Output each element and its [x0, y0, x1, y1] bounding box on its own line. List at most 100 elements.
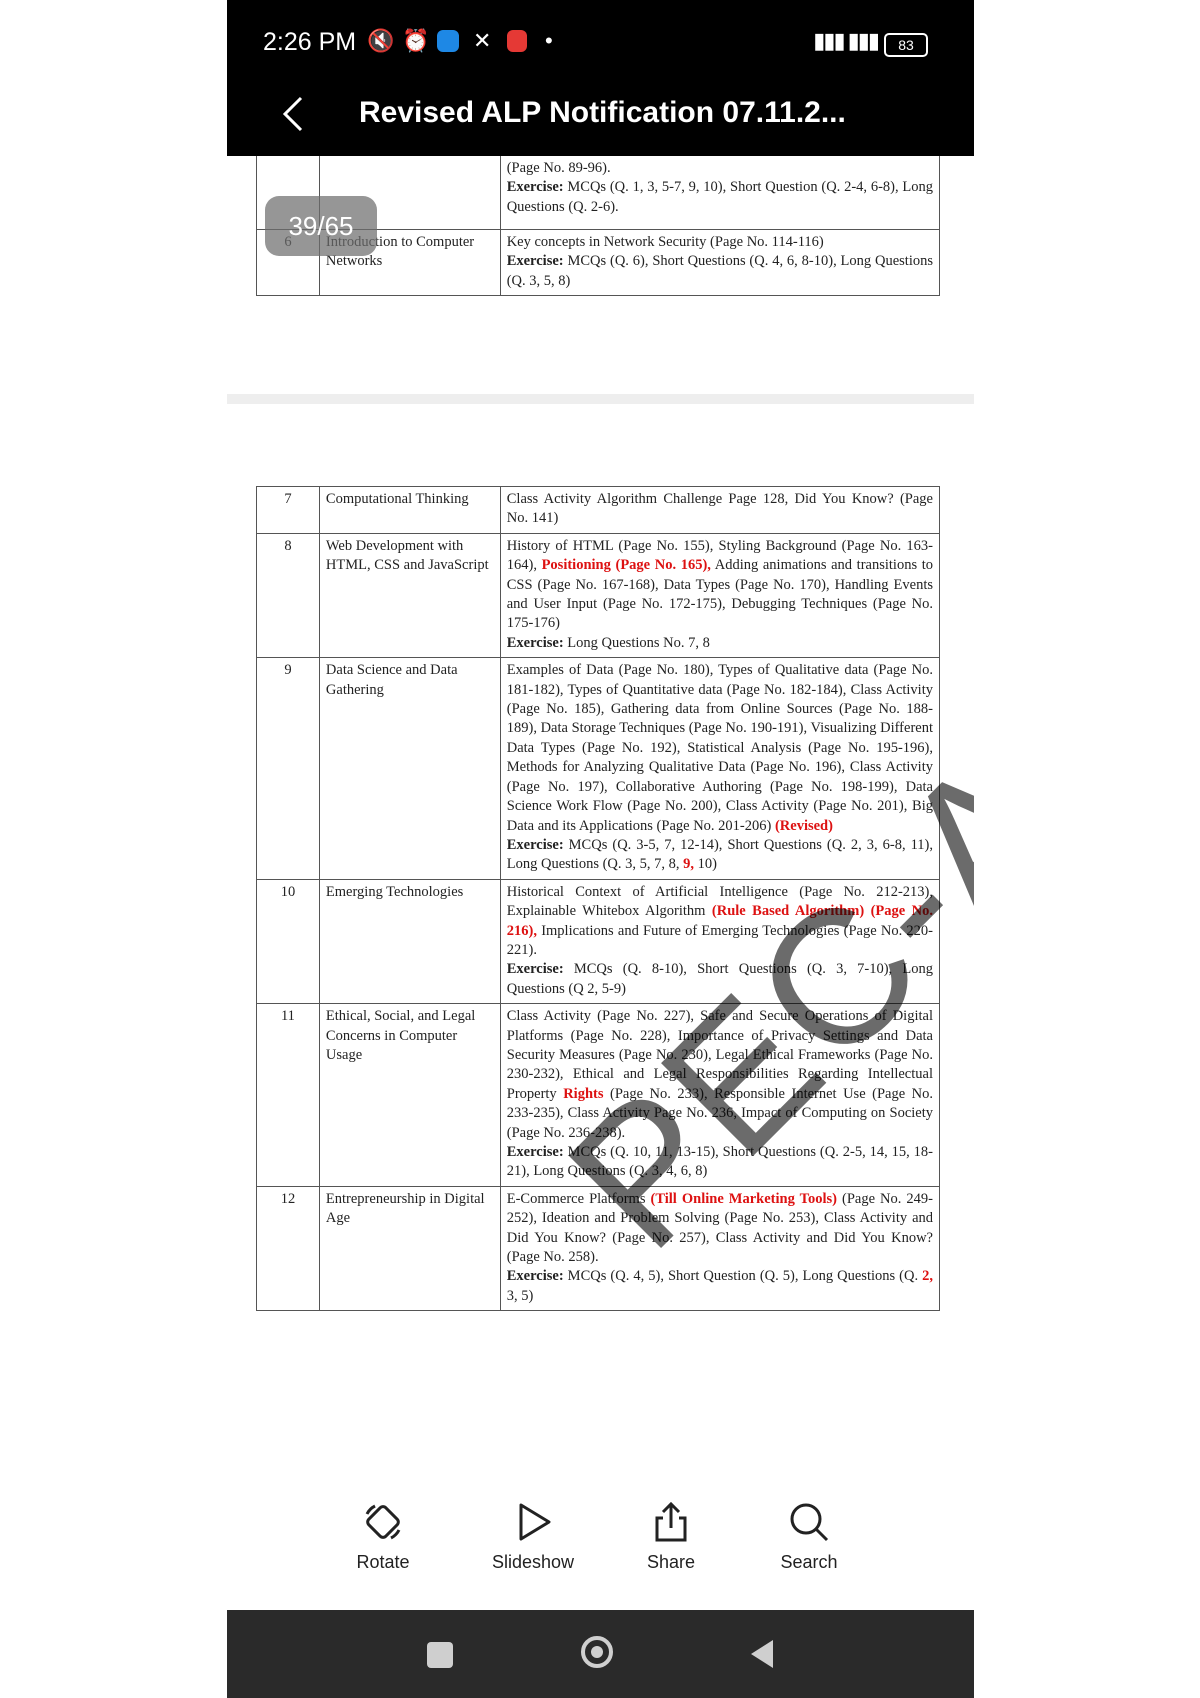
- chapter-name: Emerging Technologies: [318, 879, 501, 1004]
- play-icon: [519, 1503, 551, 1541]
- topics-part: Examples of Data (Page No. 180), Types o…: [506, 662, 933, 834]
- topics-cell: Key concepts in Network Security (Page N…: [499, 229, 941, 296]
- revised-highlight: (Revised): [774, 817, 833, 834]
- share-icon: [655, 1501, 687, 1542]
- exercise-label: Exercise:: [506, 634, 564, 651]
- chapter-name: Ethical, Social, and Legal Concerns in C…: [318, 1003, 501, 1187]
- search-icon: [790, 1503, 829, 1542]
- table-row: 10 Emerging Technologies Historical Cont…: [256, 879, 941, 1004]
- exercise-label: Exercise:: [506, 1144, 564, 1160]
- home-button[interactable]: [581, 1636, 613, 1668]
- app-icon-red: [507, 30, 527, 52]
- topics-cell: E-Commerce Platforms (Till Online Market…: [499, 1186, 941, 1311]
- chapter-name: Web Development with HTML, CSS and JavaS…: [318, 533, 501, 658]
- revised-highlight: 2,: [922, 1268, 933, 1285]
- exercise-detail: 3, 5): [506, 1287, 534, 1304]
- table-row: 9 Data Science and Data Gathering Exampl…: [256, 657, 941, 880]
- topics-cell: (Page No. 89-96). Exercise: MCQs (Q. 1, …: [499, 156, 941, 230]
- topics-part: Implications and Future of Emerging Tech…: [506, 922, 933, 958]
- row-number: 7: [256, 486, 320, 534]
- revised-highlight: (Till Online Marketing Tools): [650, 1190, 837, 1207]
- exercise-label: Exercise:: [506, 961, 564, 978]
- rotate-label: Rotate: [356, 1552, 410, 1572]
- row-number: 9: [256, 657, 320, 880]
- topics-text: Class Activity Algorithm Challenge Page …: [506, 491, 933, 527]
- status-time: 2:26 PM: [263, 28, 357, 56]
- table-row: 11 Ethical, Social, and Legal Concerns i…: [256, 1003, 941, 1187]
- exercise-text: Exercise: MCQs (Q. 1, 3, 5-7, 9, 10), Sh…: [507, 178, 933, 217]
- page-separator: [227, 394, 974, 404]
- syllabus-table: 7 Computational Thinking Class Activity …: [256, 486, 941, 1311]
- document-viewport[interactable]: (Page No. 89-96). Exercise: MCQs (Q. 1, …: [227, 156, 974, 1606]
- exercise-detail: MCQs (Q. 8-10), Short Questions (Q. 3, 7…: [506, 961, 933, 997]
- exercise-text: Exercise: MCQs (Q. 10, 11, 13-15), Short…: [507, 1143, 933, 1182]
- row-number: 11: [256, 1003, 320, 1187]
- chapter-name: Computational Thinking: [318, 486, 501, 534]
- app-icon: [437, 30, 459, 52]
- back-triangle-icon[interactable]: [747, 1638, 777, 1670]
- exercise-detail: MCQs (Q. 4, 5), Short Question (Q. 5), L…: [563, 1268, 923, 1285]
- home-dot-icon: [591, 1646, 603, 1658]
- topics-cell: Class Activity Algorithm Challenge Page …: [499, 486, 941, 534]
- topics-cell: Class Activity (Page No. 227), Safe and …: [499, 1003, 941, 1187]
- share-label: Share: [646, 1552, 696, 1572]
- chapter-name: Entrepreneurship in Digital Age: [318, 1186, 501, 1311]
- exercise-label: Exercise:: [506, 836, 564, 853]
- share-button[interactable]: Share: [611, 1500, 731, 1573]
- table-row: 12 Entrepreneurship in Digital Age E-Com…: [256, 1186, 941, 1311]
- recents-button[interactable]: [427, 1642, 453, 1668]
- alarm-icon: ⏰: [402, 28, 430, 53]
- row-number: 10: [256, 879, 320, 1004]
- topics-text: E-Commerce Platforms (Till Online Market…: [507, 1190, 933, 1268]
- chapter-name: Data Science and Data Gathering: [318, 657, 501, 880]
- topics-text: Class Activity (Page No. 227), Safe and …: [507, 1007, 933, 1143]
- page-indicator: 39/65: [265, 196, 377, 256]
- document-title: Revised ALP Notification 07.11.2...: [359, 96, 846, 129]
- bottom-toolbar: Rotate Slideshow Share Search: [227, 1500, 974, 1610]
- table-row: 7 Computational Thinking Class Activity …: [256, 486, 941, 534]
- topics-text: Historical Context of Artificial Intelli…: [507, 883, 933, 961]
- exercise-detail: MCQs (Q. 3-5, 7, 12-14), Short Questions…: [506, 836, 933, 873]
- row-number: 8: [256, 533, 320, 658]
- exercise-detail: MCQs (Q. 1, 3, 5-7, 9, 10), Short Questi…: [506, 179, 933, 215]
- exercise-text: Exercise: MCQs (Q. 3-5, 7, 12-14), Short…: [507, 836, 933, 875]
- exercise-label: Exercise:: [506, 253, 564, 270]
- back-arrow-icon[interactable]: [275, 92, 311, 136]
- topics-text: History of HTML (Page No. 155), Styling …: [507, 537, 933, 634]
- topics-text: Examples of Data (Page No. 180), Types o…: [507, 661, 933, 836]
- exercise-text: Exercise: MCQs (Q. 8-10), Short Question…: [507, 960, 933, 999]
- exercise-label: Exercise:: [506, 179, 564, 196]
- phone-screen: 2:26 PM 🔇 ⏰ ✕ • ▮▮▮ ▮▮▮ 83 Revised ALP N…: [227, 0, 974, 1698]
- revised-highlight: 9,: [683, 856, 695, 873]
- topics-cell: Historical Context of Artificial Intelli…: [499, 879, 941, 1004]
- topics-cell: Examples of Data (Page No. 180), Types o…: [499, 657, 941, 880]
- revised-highlight: Positioning (Page No. 165),: [541, 557, 711, 574]
- exercise-label: Exercise:: [506, 1268, 564, 1285]
- exercise-detail: MCQs (Q. 6), Short Questions (Q. 4, 6, 8…: [506, 253, 933, 289]
- topics-part: E-Commerce Platforms: [506, 1190, 651, 1207]
- topics-cell: History of HTML (Page No. 155), Styling …: [499, 533, 941, 658]
- revised-highlight: Rights: [563, 1085, 604, 1102]
- search-label: Search: [780, 1552, 838, 1572]
- topics-text: (Page No. 89-96).: [506, 160, 611, 176]
- rotate-icon: [365, 1504, 401, 1540]
- exercise-text: Exercise: MCQs (Q. 6), Short Questions (…: [507, 252, 933, 291]
- app-header: 2:26 PM 🔇 ⏰ ✕ • ▮▮▮ ▮▮▮ 83 Revised ALP N…: [227, 0, 974, 156]
- table-row: 8 Web Development with HTML, CSS and Jav…: [256, 533, 941, 658]
- slideshow-label: Slideshow: [491, 1552, 575, 1572]
- row-number: 12: [256, 1186, 320, 1311]
- battery-indicator: 83: [884, 33, 928, 57]
- exercise-detail: MCQs (Q. 10, 11, 13-15), Short Questions…: [506, 1144, 933, 1180]
- exercise-detail: 10): [694, 856, 718, 873]
- exercise-detail: Long Questions No. 7, 8: [563, 634, 710, 651]
- rotate-button[interactable]: Rotate: [323, 1500, 443, 1573]
- signal-icon: ▮▮▮ ▮▮▮: [813, 28, 880, 53]
- exercise-text: Exercise: Long Questions No. 7, 8: [507, 634, 933, 653]
- search-button[interactable]: Search: [749, 1500, 869, 1573]
- slideshow-button[interactable]: Slideshow: [473, 1500, 593, 1573]
- mute-icon: 🔇: [367, 28, 395, 53]
- system-nav-bar: [227, 1610, 974, 1698]
- exercise-text: Exercise: MCQs (Q. 4, 5), Short Question…: [507, 1267, 933, 1306]
- topics-text: Key concepts in Network Security (Page N…: [506, 234, 824, 250]
- x-icon: ✕: [473, 28, 492, 53]
